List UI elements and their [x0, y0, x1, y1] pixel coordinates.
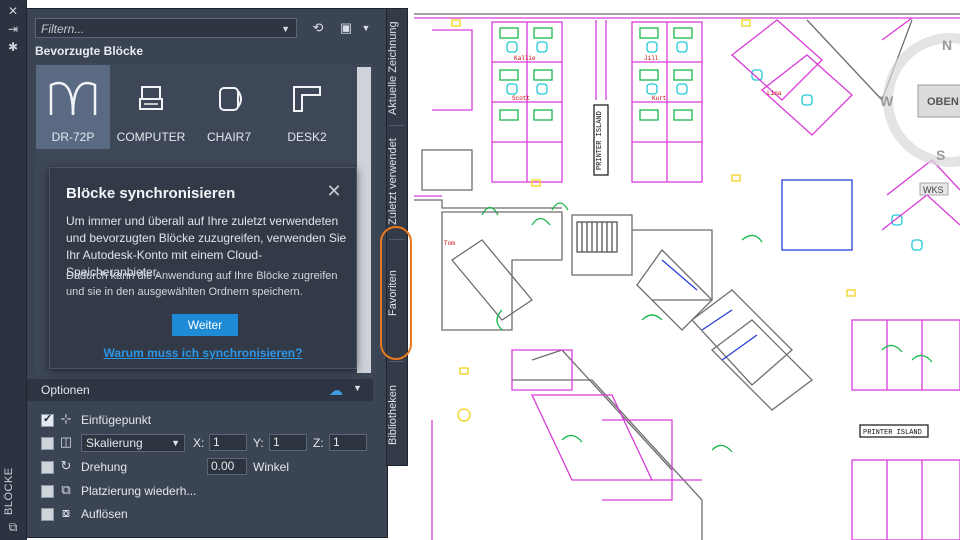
import-blocks-icon[interactable]: ⟲ [307, 18, 329, 38]
properties-icon[interactable]: ✱ [5, 40, 21, 54]
insertion-point-checkbox[interactable] [41, 412, 54, 427]
drawing-canvas[interactable]: Kallie Jill Scott Kurt Lina Tom PRINTER ISL… [412, 0, 960, 540]
block-tile-chair7[interactable]: CHAIR7 [192, 65, 266, 149]
repeat-placement-checkbox[interactable] [41, 485, 54, 498]
tab-current-drawing[interactable]: Aktuelle Zeichnung [387, 15, 407, 121]
viewcube-top-face[interactable]: OBEN [927, 96, 959, 108]
compass-south[interactable]: S [936, 147, 945, 163]
scale-x-label: X: [193, 436, 205, 450]
scale-checkbox[interactable] [41, 437, 54, 450]
block-label: DR-72P [51, 130, 95, 144]
explode-checkbox[interactable] [41, 508, 54, 521]
palette-side-strip: ✕ ⇥ ✱ BLÖCKE ⧉ [0, 0, 27, 540]
tab-divider [389, 361, 405, 362]
favorites-highlight [380, 226, 412, 360]
block-label: COMPUTER [116, 130, 186, 144]
tab-recent[interactable]: Zuletzt verwendet [387, 129, 407, 235]
insertion-point-label: Einfügepunkt [81, 413, 152, 427]
insertion-point-icon: ⊹ [60, 411, 72, 426]
scale-x-input[interactable]: 1 [209, 434, 247, 451]
section-title: Bevorzugte Blöcke [35, 44, 144, 58]
block-label: DESK2 [287, 130, 327, 144]
desk-icon [293, 86, 321, 112]
compass-north[interactable]: N [942, 37, 952, 53]
cloud-sync-icon[interactable]: ☁ [329, 382, 343, 399]
close-icon[interactable]: ✕ [325, 182, 343, 200]
filter-placeholder: Filtern... [41, 22, 85, 36]
printer-island-label: PRINTER ISLAND [596, 111, 604, 170]
repeat-placement-label: Platzierung wiederh... [81, 484, 197, 498]
door-swing-icon [49, 81, 97, 116]
view-mode-icon[interactable]: ▣ [335, 18, 357, 38]
rotate-icon: ↻ [60, 458, 72, 473]
svg-text:Scott: Scott [512, 95, 530, 102]
chevron-down-icon[interactable]: ▼ [353, 383, 362, 393]
block-tile-desk2[interactable]: DESK2 [270, 65, 344, 149]
rotation-angle-input[interactable]: 0.00 [207, 458, 247, 475]
scale-z-label: Z: [313, 436, 324, 450]
chair-icon [219, 87, 242, 111]
palette-title: BLÖCKE [3, 467, 15, 515]
block-label: CHAIR7 [206, 130, 251, 144]
svg-text:Jill: Jill [644, 55, 659, 62]
blocks-palette-icon: ⧉ [8, 520, 18, 534]
dialog-secondary-text: Dadurch kann die Anwendung auf Ihre Blöc… [66, 270, 338, 298]
rotation-checkbox[interactable] [41, 461, 54, 474]
svg-text:Tom: Tom [444, 240, 455, 247]
scale-icon: ◫ [59, 434, 73, 449]
scale-mode-value: Skalierung [86, 436, 143, 450]
printer-island-label: PRINTER ISLAND [863, 429, 922, 437]
tab-libraries[interactable]: Bibliotheken [387, 371, 407, 459]
close-icon[interactable]: ✕ [5, 4, 21, 18]
viewcube[interactable]: N W S OBEN [880, 30, 960, 180]
options-header[interactable]: Optionen ☁ ▼ [27, 379, 373, 401]
svg-text:Kallie: Kallie [514, 55, 536, 62]
auto-hide-icon[interactable]: ⇥ [5, 22, 21, 36]
gallery-scrollbar[interactable] [357, 67, 371, 373]
filter-input[interactable]: Filtern... ▼ [35, 18, 297, 38]
repeat-placement-icon: ⧉ [61, 482, 71, 497]
block-tile-computer[interactable]: COMPUTER [114, 65, 188, 149]
wks-label: WKS [923, 185, 944, 195]
explode-label: Auflösen [81, 507, 128, 521]
rotation-option: ↻ Drehung 0.00 Winkel [41, 458, 361, 476]
svg-text:Lina: Lina [767, 90, 782, 97]
chevron-down-icon: ▼ [171, 438, 180, 448]
why-sync-link[interactable]: Warum muss ich synchronisieren? [50, 346, 356, 360]
options-title: Optionen [41, 383, 90, 397]
compass-west[interactable]: W [880, 93, 894, 109]
tab-divider [389, 125, 405, 126]
explode-icon: ⧇ [61, 505, 71, 520]
scale-y-label: Y: [253, 436, 264, 450]
scale-option: ◫ Skalierung ▼ X: 1 Y: 1 Z: 1 [41, 434, 371, 452]
scale-z-input[interactable]: 1 [329, 434, 367, 451]
rotation-label: Drehung [81, 460, 128, 474]
sync-blocks-dialog: Blöcke synchronisieren ✕ Um immer und üb… [49, 167, 357, 369]
repeat-placement-option: ⧉ Platzierung wiederh... [41, 482, 361, 500]
scale-mode-select[interactable]: Skalierung ▼ [81, 434, 185, 452]
rotation-unit-label: Winkel [253, 460, 290, 474]
dialog-title: Blöcke synchronisieren [66, 185, 236, 202]
view-mode-chevron-icon[interactable]: ▼ [355, 18, 377, 38]
svg-text:Kurt: Kurt [652, 95, 666, 102]
continue-button[interactable]: Weiter [172, 314, 238, 336]
explode-option: ⧇ Auflösen [41, 505, 361, 523]
scale-y-input[interactable]: 1 [269, 434, 307, 451]
blocks-palette: Filtern... ▼ ⟲ ▣ ▼ Bevorzugte Blöcke DR-… [26, 8, 388, 538]
insertion-point-option: ⊹ Einfügepunkt [41, 411, 361, 429]
computer-icon [139, 86, 163, 110]
block-tile-dr72p[interactable]: DR-72P [36, 65, 110, 149]
chevron-down-icon[interactable]: ▼ [281, 19, 290, 39]
